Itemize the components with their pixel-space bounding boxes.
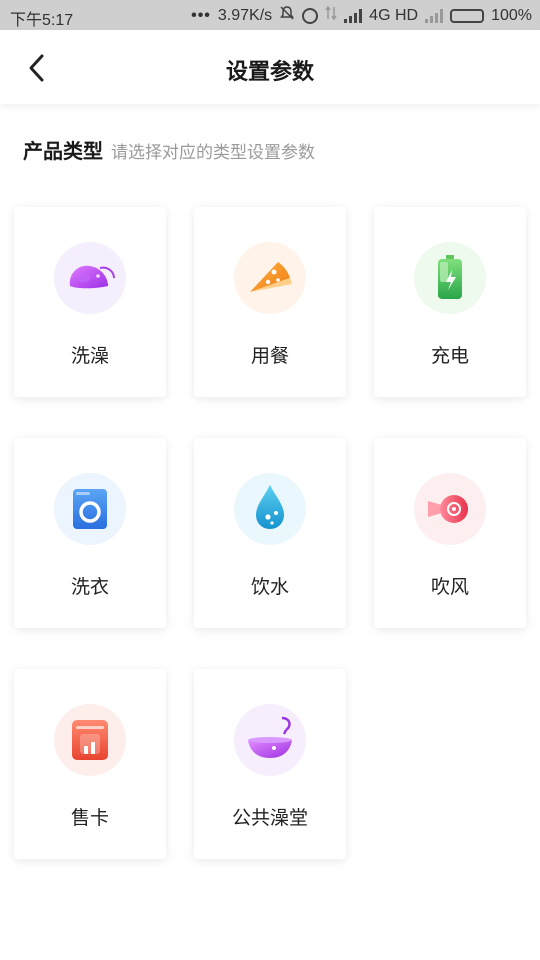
battery-icon bbox=[450, 8, 485, 23]
status-icons: ••• 3.97K/s 4G HD 100% bbox=[191, 5, 532, 26]
icon-circle bbox=[414, 242, 486, 314]
product-label: 洗澡 bbox=[70, 345, 109, 367]
product-card-drinking[interactable]: 饮水 bbox=[194, 438, 346, 628]
product-card-card-sale[interactable]: 售卡 bbox=[14, 669, 166, 859]
product-label: 洗衣 bbox=[70, 576, 109, 598]
icon-circle bbox=[54, 704, 126, 776]
section-hint: 请选择对应的类型设置参数 bbox=[111, 143, 315, 163]
product-type-section: 产品类型 请选择对应的类型设置参数 bbox=[23, 135, 315, 164]
bell-muted-icon bbox=[279, 5, 295, 26]
washing-machine-icon bbox=[73, 489, 107, 529]
battery-level: 100% bbox=[491, 6, 532, 24]
icon-circle bbox=[234, 473, 306, 545]
product-label: 售卡 bbox=[70, 807, 109, 829]
data-arrows-icon bbox=[325, 5, 337, 26]
product-label: 用餐 bbox=[250, 345, 289, 367]
icon-circle bbox=[234, 704, 306, 776]
signal-weak-icon bbox=[425, 8, 444, 23]
product-card-dining[interactable]: 用餐 bbox=[194, 207, 346, 397]
signal-strength-icon bbox=[344, 8, 363, 23]
hair-dryer-icon bbox=[428, 495, 468, 523]
icon-circle bbox=[54, 473, 126, 545]
product-card-hairdryer[interactable]: 吹风 bbox=[374, 438, 526, 628]
bath-slipper-icon bbox=[69, 265, 115, 289]
product-label: 饮水 bbox=[250, 576, 289, 598]
public-bathtub-icon bbox=[248, 716, 292, 758]
icon-circle bbox=[414, 473, 486, 545]
app-header: 设置参数 bbox=[0, 30, 540, 104]
product-card-shower[interactable]: 洗澡 bbox=[14, 207, 166, 397]
alarm-clock-icon bbox=[302, 7, 319, 24]
product-card-charging[interactable]: 充电 bbox=[374, 207, 526, 397]
network-type: 4G HD bbox=[369, 6, 419, 24]
icon-circle bbox=[54, 242, 126, 314]
icon-circle bbox=[234, 242, 306, 314]
water-drop-icon bbox=[256, 485, 284, 529]
card-sale-icon bbox=[72, 720, 108, 760]
product-label: 充电 bbox=[430, 345, 469, 367]
page-title: 设置参数 bbox=[225, 60, 314, 85]
product-card-public-bath[interactable]: 公共澡堂 bbox=[194, 669, 346, 859]
network-speed: 3.97K/s bbox=[217, 6, 273, 24]
pizza-slice-icon bbox=[250, 262, 292, 292]
status-bar: 下午5:17 ••• 3.97K/s 4G HD 100% bbox=[0, 0, 540, 30]
section-heading: 产品类型 bbox=[23, 139, 103, 163]
product-label: 公共澡堂 bbox=[231, 807, 308, 829]
product-card-laundry[interactable]: 洗衣 bbox=[14, 438, 166, 628]
product-label: 吹风 bbox=[430, 576, 469, 598]
more-dots: ••• bbox=[191, 6, 211, 24]
status-time: 下午5:17 bbox=[10, 12, 74, 29]
battery-charge-icon bbox=[438, 255, 462, 299]
